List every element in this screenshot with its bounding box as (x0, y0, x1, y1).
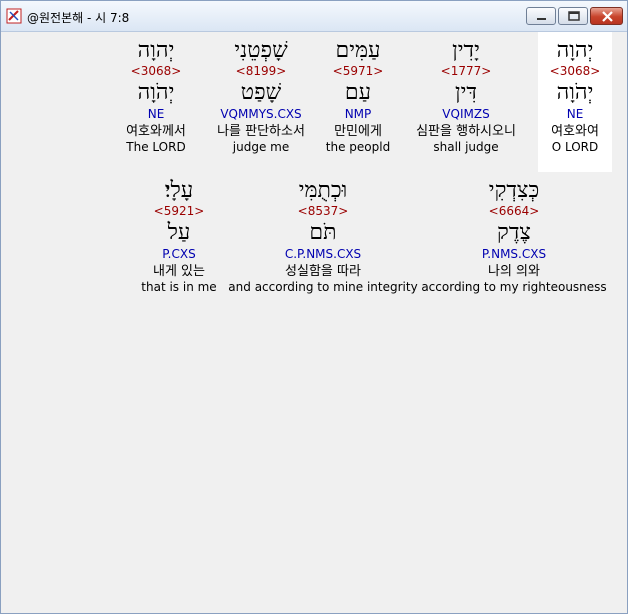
korean-translation: 심판을 행하시오니 (416, 124, 516, 139)
english-translation: shall judge (433, 140, 499, 154)
hebrew-word: יְהוָה (137, 38, 175, 63)
korean-translation: 만민에게 (334, 124, 382, 139)
english-translation: that is in me (141, 280, 217, 294)
hebrew-word: עָלָי׃ (164, 178, 194, 203)
korean-translation: 나의 의와 (488, 264, 540, 279)
strong-number[interactable]: <1777> (396, 64, 536, 78)
hebrew-lemma: יְהֹוָה (137, 80, 175, 105)
morphology-code[interactable]: VQMMYS.CXS (202, 107, 320, 121)
hebrew-lemma: יְהֹוָה (556, 80, 594, 105)
morphology-code[interactable]: P.NMS.CXS (420, 247, 608, 261)
morphology-code[interactable]: P.CXS (134, 247, 224, 261)
close-button[interactable] (590, 7, 623, 25)
strong-number[interactable]: <3068> (112, 64, 200, 78)
app-window: @원전본해 - 시 7:8 יְהוָה <3068> יְהֹוָה NE 여… (0, 0, 628, 614)
korean-translation: 여호와께서 (126, 124, 186, 139)
strong-number[interactable]: <6664> (420, 204, 608, 218)
korean-translation: 내게 있는 (153, 264, 205, 279)
hebrew-lemma: תֹּם (309, 220, 337, 245)
hebrew-word: כְּצִדְקִי (488, 178, 540, 203)
strong-number[interactable]: <8537> (228, 204, 418, 218)
english-translation: judge me (232, 140, 290, 154)
english-translation: The LORD (126, 140, 186, 154)
korean-translation: 성실함을 따라 (285, 264, 361, 279)
close-icon (602, 11, 613, 22)
morphology-code[interactable]: C.P.NMS.CXS (228, 247, 418, 261)
hebrew-word: עַמִּים (335, 38, 381, 63)
english-translation: according to my righteousness (421, 280, 607, 294)
morphology-code[interactable]: NE (538, 107, 612, 121)
hebrew-lemma: דִּין (455, 80, 477, 105)
maximize-button[interactable] (558, 7, 588, 25)
korean-translation: 여호와여 (551, 124, 599, 139)
strong-number[interactable]: <5971> (320, 64, 396, 78)
korean-translation: 나를 판단하소서 (217, 124, 305, 139)
hebrew-lemma: עַל (167, 220, 191, 245)
word-block[interactable]: וּכְתֻמִּי <8537> תֹּם C.P.NMS.CXS 성실함을 … (228, 174, 418, 314)
word-block[interactable]: עָלָי׃ <5921> עַל P.CXS 내게 있는 that is in… (134, 174, 224, 314)
word-block[interactable]: יְהוָה <3068> יְהֹוָה NE 여호와여 O LORD (538, 32, 612, 172)
word-block[interactable]: יָדִין <1777> דִּין VQIMZS 심판을 행하시오니 sha… (396, 32, 536, 172)
app-icon (6, 8, 22, 24)
morphology-code[interactable]: VQIMZS (396, 107, 536, 121)
hebrew-word: שָׁפְטֵנִי (234, 38, 288, 63)
strong-number[interactable]: <5921> (134, 204, 224, 218)
strong-number[interactable]: <3068> (538, 64, 612, 78)
word-block[interactable]: שָׁפְטֵנִי <8199> שָׁפַט VQMMYS.CXS 나를 판… (202, 32, 320, 172)
minimize-button[interactable] (526, 7, 556, 25)
hebrew-lemma: שָׁפַט (240, 80, 282, 105)
word-block[interactable]: כְּצִדְקִי <6664> צֶדֶק P.NMS.CXS 나의 의와 … (420, 174, 608, 314)
word-block[interactable]: עַמִּים <5971> עַם NMP 만민에게 the peopld (320, 32, 396, 172)
english-translation: O LORD (551, 140, 599, 154)
interlinear-panel: יְהוָה <3068> יְהֹוָה NE 여호와여 O LORD יָד… (6, 32, 622, 609)
hebrew-word: וּכְתֻמִּי (298, 178, 348, 203)
strong-number[interactable]: <8199> (202, 64, 320, 78)
window-title: @원전본해 - 시 7:8 (27, 11, 130, 25)
maximize-icon (568, 11, 580, 21)
english-translation: and according to mine integrity (228, 280, 418, 294)
hebrew-lemma: צֶדֶק (497, 220, 531, 245)
hebrew-word: יְהוָה (556, 38, 594, 63)
morphology-code[interactable]: NMP (320, 107, 396, 121)
hebrew-lemma: עַם (344, 80, 372, 105)
word-block[interactable]: יְהוָה <3068> יְהֹוָה NE 여호와께서 The LORD (112, 32, 200, 172)
english-translation: the peopld (325, 140, 391, 154)
morphology-code[interactable]: NE (112, 107, 200, 121)
minimize-icon (537, 18, 546, 20)
title-bar[interactable]: @원전본해 - 시 7:8 (1, 1, 627, 32)
hebrew-word: יָדִין (452, 38, 480, 63)
